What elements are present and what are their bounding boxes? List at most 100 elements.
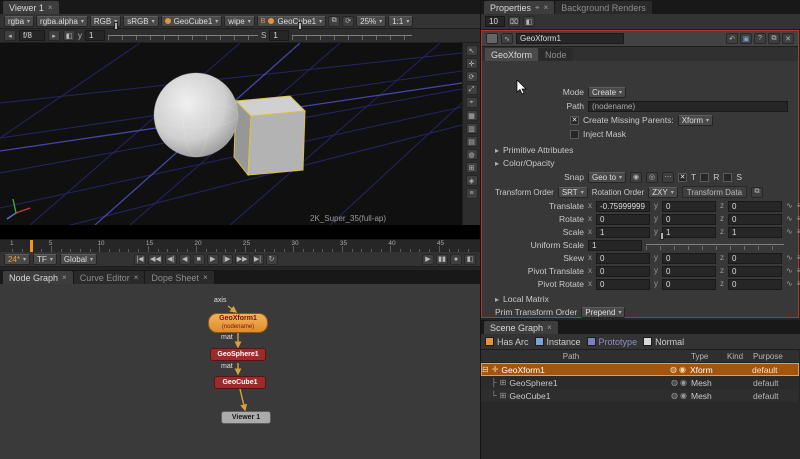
mode-dropdown[interactable]: Create — [588, 87, 626, 98]
scenegraph-row-geoxform1[interactable]: ⊟ ✛ GeoXform1 ◍ ◉ Xform default — [481, 363, 799, 376]
play-backward-button[interactable]: ◀ — [179, 254, 191, 265]
create-missing-parents-checkbox[interactable]: ✕ — [570, 116, 579, 125]
uniform-scale-field[interactable]: 1 — [588, 240, 642, 251]
close-icon[interactable]: × — [134, 274, 139, 282]
manage-icon[interactable]: ▣ — [740, 33, 752, 44]
local-matrix-group[interactable]: ▸ Local Matrix — [495, 293, 549, 305]
close-icon[interactable]: ✕ — [782, 33, 794, 44]
scale-z-field[interactable]: 1 — [728, 227, 782, 238]
float-panel-icon[interactable]: ⧉ — [768, 33, 780, 44]
gamma-field[interactable]: 1 — [85, 30, 105, 41]
prev-increment-button[interactable]: ◀◀ — [148, 254, 163, 265]
scale-x-field[interactable]: 1 — [596, 227, 650, 238]
pivot-rotate-y-field[interactable]: 0 — [662, 279, 716, 290]
step-forward-button[interactable]: |▶ — [221, 254, 233, 265]
pause-icon[interactable]: ▮▮ — [436, 254, 448, 265]
frame-range-dropdown[interactable]: Global — [60, 254, 97, 265]
transform-order-dropdown[interactable]: SRT — [558, 187, 588, 198]
translate-x-field[interactable]: -0.75999999 — [596, 201, 650, 212]
lock-panels-icon[interactable]: ◧ — [523, 16, 535, 27]
refresh-icon[interactable]: ⟳ — [342, 16, 354, 27]
fps-dropdown[interactable]: 24* — [4, 254, 30, 265]
play-forward-button[interactable]: ▶ — [207, 254, 219, 265]
node-color-swatch[interactable] — [486, 33, 498, 44]
column-type[interactable]: Type — [687, 352, 727, 361]
gamma-slider[interactable] — [108, 31, 258, 40]
snap-translate-checkbox[interactable]: ✕ — [678, 173, 687, 182]
rotate-tool-icon[interactable]: ⟳ — [466, 71, 478, 82]
column-kind[interactable]: Kind — [727, 352, 753, 361]
close-icon[interactable]: × — [544, 4, 549, 12]
fstop-increment-icon[interactable]: ▸ — [48, 30, 60, 41]
snap-mode-dropdown[interactable]: Geo to — [588, 172, 626, 183]
help-icon[interactable]: ? — [754, 33, 766, 44]
close-icon[interactable]: × — [62, 274, 67, 282]
visibility-eye-icon[interactable]: ◉ — [679, 366, 686, 374]
layer-dropdown[interactable]: rgba.alpha — [36, 16, 88, 27]
shaded-display-icon[interactable]: ▤ — [466, 136, 478, 147]
record-icon[interactable]: ● — [450, 254, 462, 265]
animation-curve-icon[interactable]: ∿ — [786, 280, 793, 288]
transform-data-button[interactable]: Transform Data — [682, 186, 747, 198]
next-increment-button[interactable]: ▶▶ — [235, 254, 250, 265]
uniform-scale-handle[interactable] — [660, 232, 664, 240]
saturation-slider-handle[interactable] — [298, 22, 302, 30]
input-a-dropdown[interactable]: GeoCube1 — [161, 16, 223, 27]
multiview-icon[interactable]: ⊞ — [466, 162, 478, 173]
skew-y-field[interactable]: 0 — [662, 253, 716, 264]
tab-geoxform[interactable]: GeoXform — [485, 48, 538, 61]
time-format-dropdown[interactable]: TF — [33, 254, 57, 265]
collapse-expander-icon[interactable]: ⊟ — [482, 366, 489, 374]
snap-scale-checkbox[interactable] — [723, 173, 732, 182]
step-back-button[interactable]: ◀| — [165, 254, 177, 265]
close-icon[interactable]: × — [547, 324, 552, 332]
collapse-arrow-icon[interactable]: ▸ — [495, 159, 499, 168]
snap-options-icon[interactable]: ⋯ — [662, 172, 674, 183]
proxy-dropdown[interactable]: 1:1 — [388, 16, 413, 27]
saturation-field[interactable]: 1 — [269, 30, 289, 41]
viewport-3d-scene[interactable]: 2K_Super_35(full-ap) — [0, 43, 462, 225]
skew-x-field[interactable]: 0 — [596, 253, 650, 264]
wireframe-display-icon[interactable]: ▥ — [466, 123, 478, 134]
tab-properties[interactable]: Properties ⌖ × — [484, 1, 554, 14]
animation-curve-icon[interactable]: ∿ — [786, 202, 793, 210]
scale-tool-icon[interactable]: ⤢ — [466, 84, 478, 95]
visibility-eye-icon[interactable]: ◉ — [680, 392, 687, 400]
tab-curve-editor[interactable]: Curve Editor × — [74, 271, 145, 284]
close-icon[interactable]: × — [48, 4, 53, 12]
pin-icon[interactable]: ⌖ — [535, 4, 540, 12]
goto-start-button[interactable]: |◀ — [134, 254, 146, 265]
clear-panels-icon[interactable]: ⌧ — [508, 16, 520, 27]
node-geoxform1[interactable]: GeoXform1 (nodename) — [208, 313, 268, 333]
curve-editor-icon[interactable]: ∿ — [501, 33, 513, 44]
wipe-dropdown[interactable]: wipe — [224, 16, 254, 27]
translate-y-field[interactable]: 0 — [662, 201, 716, 212]
column-purpose[interactable]: Purpose — [753, 352, 799, 361]
inject-mask-checkbox[interactable] — [570, 130, 579, 139]
rotate-x-field[interactable]: 0 — [596, 214, 650, 225]
scenegraph-row-geocube1[interactable]: └ ⊞ GeoCube1 ◍ ◉ Mesh default — [481, 389, 799, 402]
zoom-dropdown[interactable]: 25% — [356, 16, 386, 27]
close-icon[interactable]: × — [203, 274, 208, 282]
nodegraph-canvas[interactable]: axis GeoXform1 (nodename) mat GeoSphere1… — [0, 284, 480, 459]
tab-viewer1[interactable]: Viewer 1 × — [3, 1, 59, 14]
snap-pivot-icon[interactable]: ◎ — [646, 172, 658, 183]
saturation-slider[interactable] — [292, 31, 412, 40]
snap-rotate-checkbox[interactable] — [700, 173, 709, 182]
draw-mode-icon[interactable]: ◍ — [671, 392, 678, 400]
stop-button[interactable]: ■ — [193, 254, 205, 265]
pivot-translate-x-field[interactable]: 0 — [596, 266, 650, 277]
collapse-arrow-icon[interactable]: ▸ — [495, 146, 499, 155]
gamma-slider-handle[interactable] — [114, 22, 118, 30]
fstop-decrement-icon[interactable]: ◂ — [4, 30, 16, 41]
fstop-field[interactable]: f/8 — [19, 30, 45, 41]
color-opacity-group[interactable]: ▸ Color/Opacity — [495, 157, 555, 169]
pivot-rotate-z-field[interactable]: 0 — [728, 279, 782, 290]
scenegraph-row-geosphere1[interactable]: ├ ⊞ GeoSphere1 ◍ ◉ Mesh default — [481, 376, 799, 389]
animation-curve-icon[interactable]: ∿ — [786, 254, 793, 262]
viewport-3d[interactable]: 2K_Super_35(full-ap) — [0, 43, 462, 225]
translate-z-field[interactable]: 0 — [728, 201, 782, 212]
monitor-out-icon[interactable]: ⧉ — [328, 16, 340, 27]
overlay-menu-icon[interactable]: ≡ — [466, 188, 478, 199]
tab-background-renders[interactable]: Background Renders — [555, 1, 652, 14]
